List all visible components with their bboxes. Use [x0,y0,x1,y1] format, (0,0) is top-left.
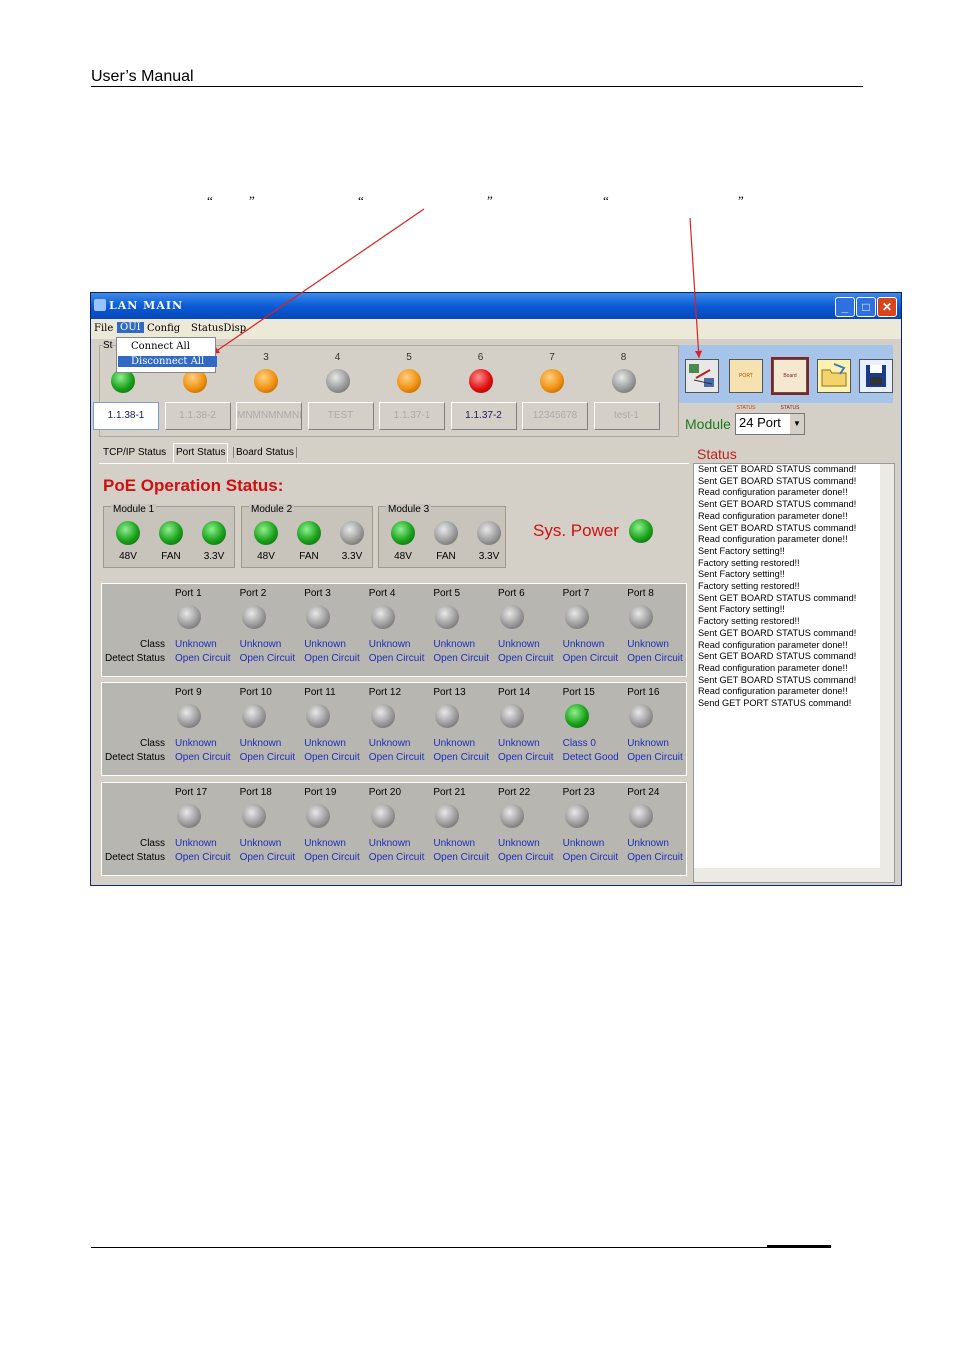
arrow-to-connect-icon [689,217,703,359]
arrow-to-disconnect-all [211,208,425,355]
connect-all-item[interactable]: Connect All [131,341,190,352]
oui-dropdown-menu: Connect All Disconnect All [116,337,217,373]
annotation-arrows [211,208,703,359]
disconnect-all-item[interactable]: Disconnect All [118,356,217,367]
